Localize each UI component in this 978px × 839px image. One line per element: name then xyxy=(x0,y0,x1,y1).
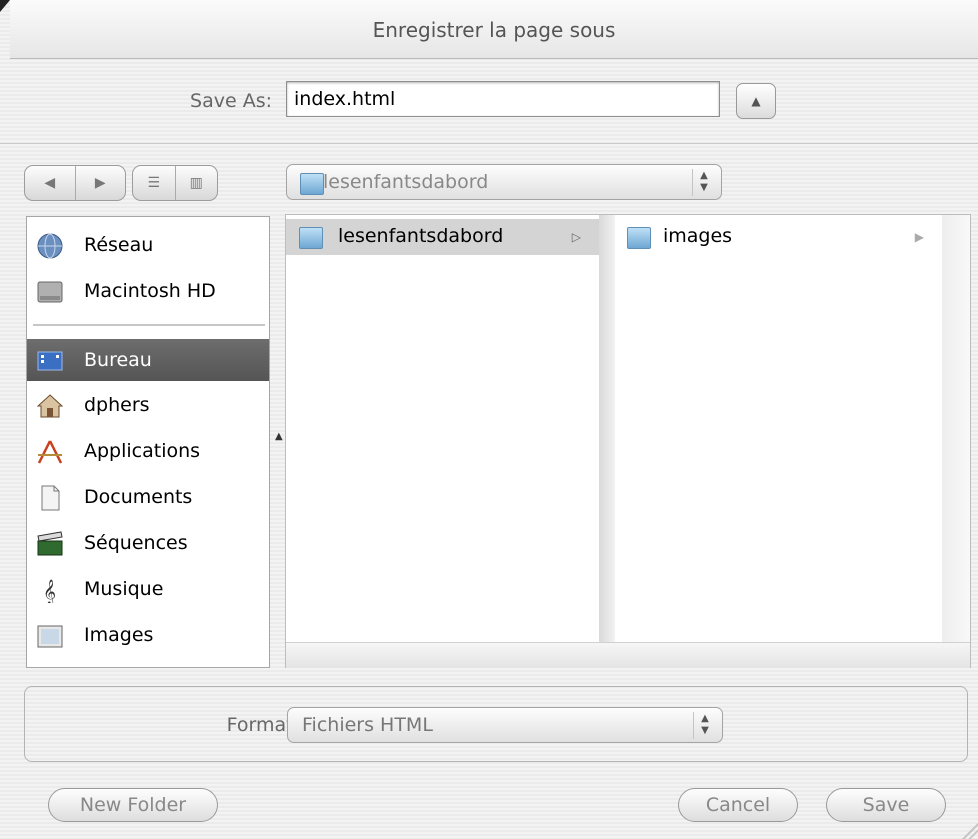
view-mode-control: ☰ ▥ xyxy=(132,165,218,201)
clapperboard-icon xyxy=(37,531,63,556)
column-separator[interactable] xyxy=(599,215,615,642)
browser-column-2: images ▶ xyxy=(615,215,942,642)
triangle-up-icon: ▲ xyxy=(751,94,761,108)
folder-icon xyxy=(299,227,323,249)
sidebar-item-images[interactable]: Images xyxy=(27,615,269,655)
sidebar: Réseau Macintosh HD Bureau dphers Applic… xyxy=(26,216,270,668)
applications-icon xyxy=(37,440,63,464)
sidebar-item-musique[interactable]: 𝄞 Musique xyxy=(27,569,269,609)
sidebar-item-label: dphers xyxy=(84,394,150,416)
sidebar-item-bureau[interactable]: Bureau xyxy=(27,339,269,381)
sidebar-item-label: Macintosh HD xyxy=(84,280,216,302)
sidebar-item-label: Réseau xyxy=(84,234,154,256)
sidebar-item-label: Documents xyxy=(84,486,193,508)
browser-column-1: lesenfantsdabord ▷ xyxy=(286,215,599,642)
folder-name: images xyxy=(663,225,733,247)
format-value: Fichiers HTML xyxy=(302,714,433,736)
format-popup[interactable]: Fichiers HTML ▲ ▼ xyxy=(287,707,723,743)
column-view-icon[interactable]: ▥ xyxy=(174,166,218,200)
sidebar-divider xyxy=(33,324,265,326)
cancel-button[interactable]: Cancel xyxy=(678,788,798,822)
save-as-input[interactable] xyxy=(286,81,720,117)
sidebar-item-label: Applications xyxy=(84,440,201,462)
picture-frame-icon xyxy=(37,625,63,648)
sidebar-item-sequences[interactable]: Séquences xyxy=(27,523,269,563)
svg-text:𝄞: 𝄞 xyxy=(43,579,56,603)
save-button[interactable]: Save xyxy=(826,788,946,822)
list-item[interactable]: images ▶ xyxy=(615,219,942,255)
sidebar-item-macintosh-hd[interactable]: Macintosh HD xyxy=(27,271,269,311)
column-browser: lesenfantsdabord ▷ images ▶ xyxy=(285,214,971,668)
split-view-handle[interactable]: ▲ xyxy=(275,431,283,442)
hard-drive-icon xyxy=(37,281,63,303)
home-icon xyxy=(37,394,63,418)
folder-icon xyxy=(627,227,651,249)
location-label: lesenfantsdabord xyxy=(323,171,489,193)
desktop-icon xyxy=(37,351,63,371)
sidebar-item-label: Images xyxy=(84,624,154,646)
window-title: Enregistrer la page sous xyxy=(372,18,616,42)
window-corner xyxy=(0,0,10,12)
back-forward-control: ◀ ▶ xyxy=(24,165,126,201)
horizontal-scrollbar[interactable] xyxy=(286,642,970,668)
updown-arrows-icon: ▲ ▼ xyxy=(692,169,715,196)
sidebar-item-label: Séquences xyxy=(84,532,188,554)
sidebar-item-documents[interactable]: Documents xyxy=(27,477,269,517)
disclosure-arrow-icon: ▷ xyxy=(571,230,581,244)
location-popup[interactable]: lesenfantsdabord ▲ ▼ xyxy=(286,164,722,200)
updown-arrows-icon: ▲ ▼ xyxy=(693,712,716,739)
sidebar-item-applications[interactable]: Applications xyxy=(27,431,269,471)
list-view-icon[interactable]: ☰ xyxy=(133,166,175,200)
sidebar-item-reseau[interactable]: Réseau xyxy=(27,225,269,265)
sidebar-item-dphers[interactable]: dphers xyxy=(27,385,269,425)
sidebar-item-label: Musique xyxy=(84,578,164,600)
save-as-label: Save As: xyxy=(190,90,272,112)
format-label: Format: xyxy=(226,714,300,736)
disclosure-arrow-icon: ▶ xyxy=(914,230,924,244)
sidebar-item-label: Bureau xyxy=(84,349,152,371)
save-as-row: Save As: ▲ xyxy=(0,59,978,144)
music-note-icon: 𝄞 xyxy=(43,579,56,603)
resize-grip[interactable] xyxy=(962,823,978,839)
back-arrow-icon[interactable]: ◀ xyxy=(25,166,75,200)
new-folder-button[interactable]: New Folder xyxy=(48,788,218,822)
list-item[interactable]: lesenfantsdabord ▷ xyxy=(286,219,599,255)
format-panel: Format: Fichiers HTML ▲ ▼ xyxy=(24,686,968,762)
folder-icon xyxy=(300,173,324,195)
document-icon xyxy=(41,485,60,511)
window-titlebar: Enregistrer la page sous xyxy=(10,0,978,59)
network-globe-icon xyxy=(37,233,63,259)
forward-arrow-icon[interactable]: ▶ xyxy=(74,166,126,200)
folder-name: lesenfantsdabord xyxy=(338,225,504,247)
column-scroll-gutter[interactable] xyxy=(942,215,970,642)
collapse-toggle-button[interactable]: ▲ xyxy=(736,83,776,119)
